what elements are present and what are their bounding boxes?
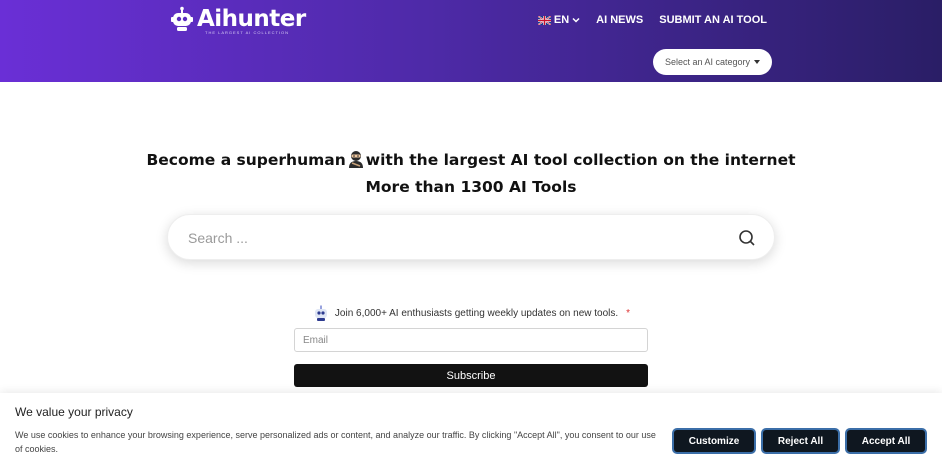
caret-down-icon [754,60,761,64]
subscribe-button[interactable]: Subscribe [294,364,648,387]
cookie-title: We value your privacy [15,405,133,419]
site-header: Aihunter THE LARGEST AI COLLECTION EN AI… [0,0,942,82]
logo-text: Aihunter [197,6,306,32]
hero-line-1-end: with the largest AI tool collection on t… [365,151,796,169]
category-select[interactable]: Select an AI category [653,49,772,75]
logo-tagline: THE LARGEST AI COLLECTION [205,30,290,35]
accept-all-button[interactable]: Accept All [845,428,927,454]
cookie-banner: We value your privacy We use cookies to … [0,393,942,463]
search-bar [167,214,775,261]
robot-logo-icon [171,6,193,31]
newsletter-prompt: Join 6,000+ AI enthusiasts getting weekl… [0,304,942,322]
language-selector[interactable]: EN [537,14,580,26]
chevron-down-icon [572,17,580,23]
hero-line-1: Become a superhuman with the largest AI … [0,147,942,174]
cookie-text: We use cookies to enhance your browsing … [15,430,656,454]
search-input[interactable] [188,215,728,261]
newsletter-text: Join 6,000+ AI enthusiasts getting weekl… [334,307,619,319]
nav-ai-news[interactable]: AI NEWS [596,14,643,26]
logo[interactable]: Aihunter [169,6,306,32]
main-nav: EN AI NEWS SUBMIT AN AI TOOL [537,14,767,26]
robot-icon [314,305,327,321]
hero-line-1-start: Become a superhuman [146,151,346,169]
hero-title: Become a superhuman with the largest AI … [0,147,942,201]
nav-submit-tool[interactable]: SUBMIT AN AI TOOL [659,14,767,26]
uk-flag-icon [537,15,551,25]
language-label: EN [553,14,570,26]
hero-line-2: More than 1300 AI Tools [365,178,577,196]
customize-button[interactable]: Customize [672,428,756,454]
search-icon[interactable] [738,229,756,247]
reject-all-button[interactable]: Reject All [761,428,840,454]
required-mark: * [626,307,631,319]
email-field[interactable] [294,328,648,352]
ninja-emoji-icon [348,151,363,168]
category-select-label: Select an AI category [664,57,751,67]
